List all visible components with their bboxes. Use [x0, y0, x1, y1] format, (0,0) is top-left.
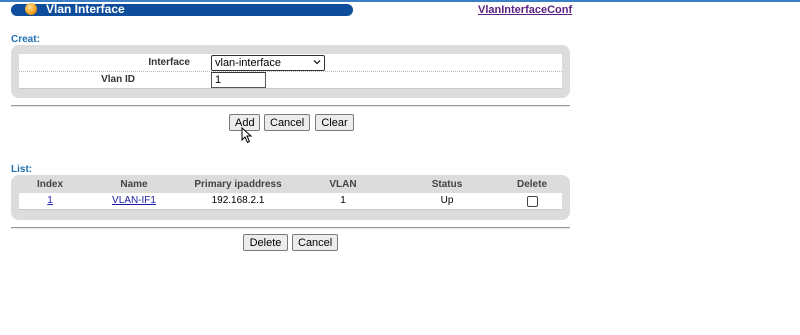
column-header-ip: Primary ipaddress: [194, 179, 282, 190]
creat-form-panel: [11, 45, 570, 98]
page-title: Vlan Interface: [46, 2, 125, 16]
row-index-link[interactable]: 1: [47, 195, 53, 206]
separator: [11, 105, 570, 107]
column-header-index: Index: [36, 179, 64, 190]
page-title-bar: Vlan Interface: [11, 2, 353, 16]
orb-icon: [25, 3, 37, 15]
cell-name: VLAN-IF1: [104, 195, 164, 206]
interface-select-value: vlan-interface: [215, 57, 282, 69]
list-table-panel: [11, 175, 570, 220]
row-divider: [19, 88, 562, 89]
separator: [11, 227, 570, 229]
column-header-status: Status: [431, 179, 463, 190]
interface-label: Interface: [148, 57, 190, 68]
column-header-delete: Delete: [516, 179, 547, 190]
cell-status: Up: [440, 195, 454, 206]
list-cancel-button[interactable]: Cancel: [292, 234, 338, 251]
vlan-id-input[interactable]: 1: [211, 72, 266, 88]
row-divider: [19, 209, 562, 210]
cell-index: 1: [30, 195, 70, 206]
vlan-interface-conf-link[interactable]: VlanInterfaceConf: [478, 4, 572, 16]
interface-select[interactable]: vlan-interface: [211, 55, 325, 71]
cancel-button[interactable]: Cancel: [264, 114, 310, 131]
row-name-link[interactable]: VLAN-IF1: [112, 195, 156, 206]
creat-section-label: Creat:: [11, 34, 40, 45]
delete-checkbox[interactable]: [527, 196, 538, 207]
mouse-pointer-icon: [241, 127, 253, 144]
cell-ip: 192.168.2.1: [211, 195, 265, 206]
column-header-name: Name: [120, 179, 148, 190]
vlan-id-label: Vlan ID: [101, 74, 135, 85]
table-row: [19, 193, 562, 209]
row-divider: [19, 71, 562, 72]
list-section-label: List:: [11, 164, 33, 175]
cell-vlan: 1: [340, 195, 346, 206]
delete-button[interactable]: Delete: [243, 234, 288, 251]
clear-button[interactable]: Clear: [315, 114, 354, 131]
column-header-vlan: VLAN: [329, 179, 357, 190]
chevron-down-icon: [313, 60, 321, 65]
